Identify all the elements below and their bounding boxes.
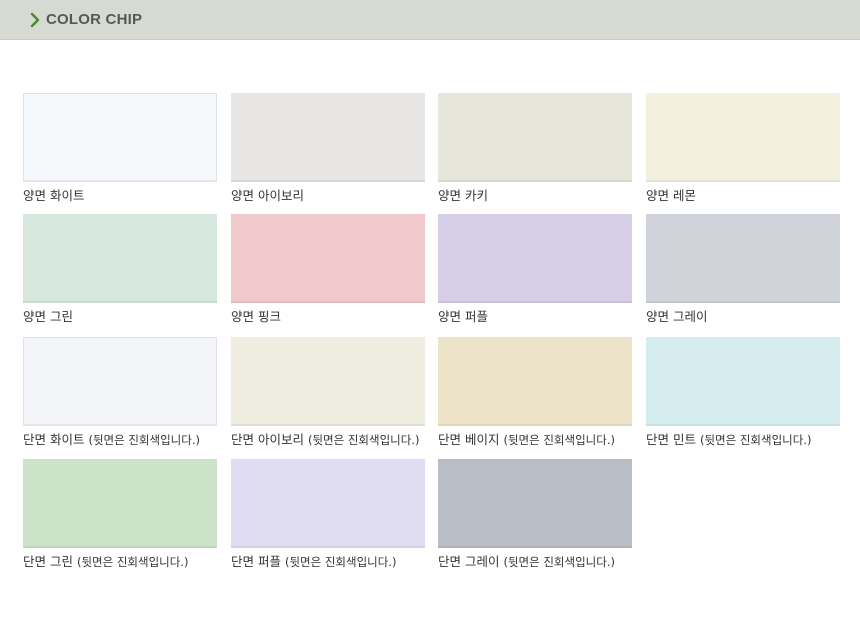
color-swatch — [231, 93, 425, 182]
section-header: COLOR CHIP — [0, 0, 860, 40]
color-swatch — [231, 214, 425, 303]
color-chip: 양면 아이보리 — [231, 93, 425, 211]
color-chip: 양면 레몬 — [646, 93, 840, 211]
color-chip: 양면 화이트 — [23, 93, 217, 211]
color-chip-note: (뒷면은 진회색입니다.) — [699, 433, 812, 447]
color-swatch — [231, 459, 425, 548]
color-swatch — [646, 214, 840, 303]
color-chip-name: 단면 민트 — [646, 432, 696, 447]
color-chip-name: 양면 레몬 — [646, 188, 696, 203]
color-swatch — [438, 337, 632, 426]
color-chip-name: 단면 베이지 — [438, 432, 500, 447]
color-swatch — [231, 337, 425, 426]
color-chip-label: 단면 화이트 (뒷면은 진회색입니다.) — [23, 432, 200, 448]
color-chip-name: 양면 아이보리 — [231, 188, 304, 203]
color-swatch — [646, 93, 840, 182]
color-chip: 양면 퍼플 — [438, 214, 632, 332]
color-chip-name: 양면 화이트 — [23, 188, 85, 203]
color-chip-name: 단면 아이보리 — [231, 432, 304, 447]
color-chip-name: 양면 그레이 — [646, 309, 708, 324]
color-chip-label: 단면 퍼플 (뒷면은 진회색입니다.) — [231, 554, 396, 570]
color-chip-note: (뒷면은 진회색입니다.) — [76, 555, 189, 569]
color-chip: 양면 카키 — [438, 93, 632, 211]
color-chip-note: (뒷면은 진회색입니다.) — [284, 555, 397, 569]
color-swatch — [438, 214, 632, 303]
color-chip: 양면 그레이 — [646, 214, 840, 332]
color-chip-name: 단면 퍼플 — [231, 554, 281, 569]
color-chip-label: 양면 아이보리 — [231, 188, 304, 204]
color-chip: 단면 그레이 (뒷면은 진회색입니다.) — [438, 459, 632, 577]
color-chip: 단면 그린 (뒷면은 진회색입니다.) — [23, 459, 217, 577]
color-swatch — [23, 337, 217, 426]
color-chip-name: 단면 그레이 — [438, 554, 500, 569]
color-chip: 양면 핑크 — [231, 214, 425, 332]
color-chip-label: 양면 그린 — [23, 309, 73, 325]
color-chip: 단면 베이지 (뒷면은 진회색입니다.) — [438, 337, 632, 455]
color-swatch — [23, 93, 217, 182]
color-chip-label: 양면 퍼플 — [438, 309, 488, 325]
color-chip-label: 단면 그린 (뒷면은 진회색입니다.) — [23, 554, 188, 570]
color-chip-label: 양면 핑크 — [231, 309, 281, 325]
color-chip: 단면 퍼플 (뒷면은 진회색입니다.) — [231, 459, 425, 577]
chevron-right-icon — [30, 12, 40, 28]
color-chip-name: 양면 카키 — [438, 188, 488, 203]
color-swatch — [646, 337, 840, 426]
color-chip-label: 단면 민트 (뒷면은 진회색입니다.) — [646, 432, 811, 448]
color-chip-label: 양면 카키 — [438, 188, 488, 204]
color-chip-label: 단면 베이지 (뒷면은 진회색입니다.) — [438, 432, 615, 448]
color-chip: 단면 화이트 (뒷면은 진회색입니다.) — [23, 337, 217, 455]
color-chip: 양면 그린 — [23, 214, 217, 332]
color-chip-note: (뒷면은 진회색입니다.) — [503, 555, 615, 569]
color-chip-label: 양면 그레이 — [646, 309, 707, 325]
color-chip: 단면 민트 (뒷면은 진회색입니다.) — [646, 337, 840, 455]
color-chip-name: 양면 퍼플 — [438, 309, 488, 324]
color-chip-note: (뒷면은 진회색입니다.) — [503, 433, 615, 447]
color-chip-label: 양면 화이트 — [23, 188, 84, 204]
color-chip-name: 양면 핑크 — [231, 309, 281, 324]
color-chip-note: (뒷면은 진회색입니다.) — [88, 433, 200, 447]
color-swatch — [438, 93, 632, 182]
color-swatch — [23, 459, 217, 548]
color-chip-label: 양면 레몬 — [646, 188, 696, 204]
color-chip-name: 단면 화이트 — [23, 432, 85, 447]
color-chip-note: (뒷면은 진회색입니다.) — [307, 433, 420, 447]
color-chip-label: 단면 아이보리 (뒷면은 진회색입니다.) — [231, 432, 419, 448]
color-chip-name: 양면 그린 — [23, 309, 73, 324]
color-swatch — [438, 459, 632, 548]
color-swatch — [23, 214, 217, 303]
color-chip-label: 단면 그레이 (뒷면은 진회색입니다.) — [438, 554, 615, 570]
section-title: COLOR CHIP — [46, 11, 143, 28]
color-chip: 단면 아이보리 (뒷면은 진회색입니다.) — [231, 337, 425, 455]
color-chip-name: 단면 그린 — [23, 554, 73, 569]
